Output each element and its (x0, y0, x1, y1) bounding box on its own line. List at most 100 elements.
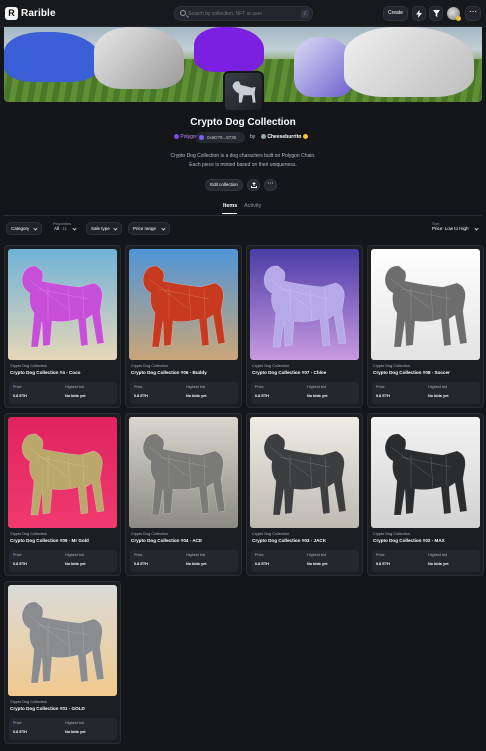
highest-bid-label: Highest bid (65, 721, 84, 725)
nft-card[interactable]: Crypto Dog Collection Crypto Dog Collect… (125, 413, 242, 576)
create-button[interactable]: Create (383, 6, 408, 21)
nft-image[interactable] (8, 249, 117, 360)
card-collection-name[interactable]: Crypto Dog Collection (252, 364, 289, 368)
dog-image-icon (250, 417, 359, 528)
nft-card[interactable]: Crypto Dog Collection Crypto Dog Collect… (4, 581, 121, 744)
properties-filter[interactable]: All 11 (50, 223, 80, 236)
card-item-name[interactable]: Crypto Dog Collection #04 - ACE (131, 538, 202, 543)
rarible-logo-icon[interactable]: R (5, 7, 18, 20)
highest-bid-value: No bids yet (307, 562, 328, 566)
banner-blue-dog (4, 32, 99, 82)
highest-bid-label: Highest bid (307, 385, 326, 389)
card-item-name[interactable]: Crypto Dog Collection #03 - JACK (252, 538, 326, 543)
price-value: 0.8 ETH (13, 562, 27, 566)
nft-image[interactable] (8, 585, 117, 696)
card-collection-name[interactable]: Crypto Dog Collection (252, 532, 289, 536)
nft-image[interactable] (371, 417, 480, 528)
price-label: Price (255, 385, 264, 389)
properties-count: 11 (62, 226, 67, 231)
chevron-down-icon (161, 226, 166, 231)
nft-card[interactable]: Crypto Dog Collection Crypto Dog Collect… (246, 245, 363, 408)
highest-bid-label: Highest bid (65, 385, 84, 389)
card-item-name[interactable]: Crypto Dog Collection #4 - Coco (10, 370, 80, 375)
nft-card[interactable]: Crypto Dog Collection Crypto Dog Collect… (367, 245, 484, 408)
contract-address-chip[interactable]: 0x6D79...8735 (196, 132, 245, 143)
card-collection-name[interactable]: Crypto Dog Collection (10, 532, 47, 536)
edit-collection-button[interactable]: Edit collection (205, 179, 243, 191)
user-avatar[interactable] (447, 7, 461, 21)
sale-type-filter[interactable]: Sale type (86, 222, 122, 235)
card-price-box: Price Highest bid 0.8 ETH No bids yet (130, 382, 238, 404)
price-label: Price (376, 385, 385, 389)
card-item-name[interactable]: Crypto Dog Collection #06 - Buddy (131, 370, 207, 375)
nft-image[interactable] (250, 417, 359, 528)
card-price-box: Price Highest bid 0.8 ETH No bids yet (9, 550, 117, 572)
card-item-name[interactable]: Crypto Dog Collection #01 - GOLD (10, 706, 85, 711)
nft-image[interactable] (129, 249, 238, 360)
collection-description: Crypto Dog Collection is a dog character… (0, 152, 486, 170)
card-collection-name[interactable]: Crypto Dog Collection (373, 532, 410, 536)
card-collection-name[interactable]: Crypto Dog Collection (373, 364, 410, 368)
highest-bid-value: No bids yet (65, 394, 86, 398)
polygon-icon (174, 134, 179, 140)
price-value: 0.8 ETH (13, 730, 27, 734)
active-tab-underline (222, 213, 237, 214)
dog-image-icon (8, 585, 117, 696)
price-range-filter[interactable]: Price range (128, 222, 170, 235)
price-label: Price (13, 385, 22, 389)
more-options-button[interactable]: ⋯ (264, 179, 277, 191)
description-line-2: Each piece is minted based on their uniq… (189, 162, 297, 168)
chain-badge[interactable]: Polygon (174, 132, 198, 143)
tab-items[interactable]: Items (223, 203, 237, 209)
share-button[interactable] (247, 179, 260, 191)
price-value: 0.8 ETH (255, 394, 269, 398)
nft-card[interactable]: Crypto Dog Collection Crypto Dog Collect… (125, 245, 242, 408)
banner-purple-dog (194, 27, 264, 72)
search-input[interactable] (188, 9, 298, 19)
card-collection-name[interactable]: Crypto Dog Collection (131, 364, 168, 368)
card-collection-name[interactable]: Crypto Dog Collection (131, 532, 168, 536)
bolt-icon-button[interactable] (412, 6, 426, 21)
card-item-name[interactable]: Crypto Dog Collection #02 - MAX (373, 538, 445, 543)
card-collection-name[interactable]: Crypto Dog Collection (10, 364, 47, 368)
price-label: Price (13, 721, 22, 725)
search-bar[interactable]: / (174, 6, 313, 21)
funnel-icon (432, 10, 440, 17)
nft-card[interactable]: Crypto Dog Collection Crypto Dog Collect… (4, 245, 121, 408)
card-collection-name[interactable]: Crypto Dog Collection (10, 700, 47, 704)
chevron-down-icon (474, 226, 479, 231)
price-value: 0.8 ETH (13, 394, 27, 398)
tab-activity[interactable]: Activity (244, 203, 261, 209)
card-item-name[interactable]: Crypto Dog Collection #07 - Chloe (252, 370, 326, 375)
card-price-box: Price Highest bid 0.8 ETH No bids yet (9, 382, 117, 404)
more-menu-button[interactable]: ⋯ (465, 6, 481, 21)
nft-image[interactable] (371, 249, 480, 360)
card-item-name[interactable]: Crypto Dog Collection #08 - Soccer (373, 370, 450, 375)
highest-bid-value: No bids yet (428, 562, 449, 566)
sort-dropdown[interactable]: Price: Low to High (428, 223, 482, 236)
by-label: by (250, 134, 256, 140)
price-value: 0.8 ETH (376, 394, 390, 398)
funnel-icon-button[interactable] (429, 6, 443, 21)
nft-card[interactable]: Crypto Dog Collection Crypto Dog Collect… (367, 413, 484, 576)
card-price-box: Price Highest bid 0.8 ETH No bids yet (372, 550, 480, 572)
price-value: 0.8 ETH (255, 562, 269, 566)
properties-value: All (54, 226, 60, 231)
verified-icon (302, 134, 308, 140)
card-price-box: Price Highest bid 0.8 ETH No bids yet (372, 382, 480, 404)
creator-link[interactable]: Cheeseburrito (261, 132, 308, 143)
price-label: Price (134, 553, 143, 557)
nft-image[interactable] (129, 417, 238, 528)
description-line-1: Crypto Dog Collection is a dog character… (170, 153, 316, 159)
nft-image[interactable] (8, 417, 117, 528)
highest-bid-label: Highest bid (428, 553, 447, 557)
category-filter[interactable]: Category (6, 222, 42, 235)
nft-card[interactable]: Crypto Dog Collection Crypto Dog Collect… (4, 413, 121, 576)
more-dots-icon: ⋯ (267, 180, 274, 187)
highest-bid-value: No bids yet (65, 562, 86, 566)
card-item-name[interactable]: Crypto Dog Collection #09 - Mr Gold (10, 538, 89, 543)
chevron-down-icon (33, 226, 38, 231)
nft-card[interactable]: Crypto Dog Collection Crypto Dog Collect… (246, 413, 363, 576)
nft-image[interactable] (250, 249, 359, 360)
brand-name[interactable]: Rarible (21, 8, 56, 19)
